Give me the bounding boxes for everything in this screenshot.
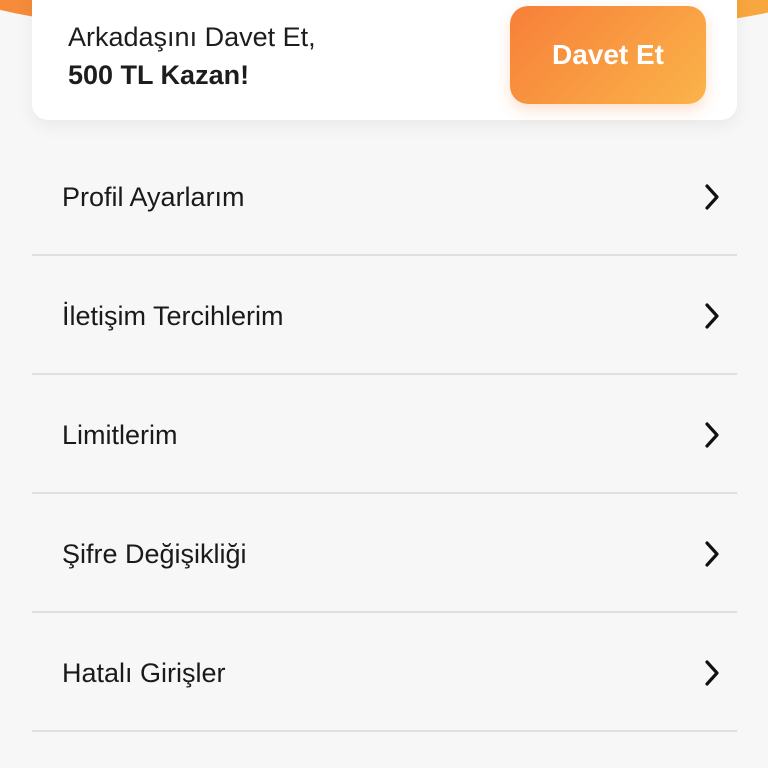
menu-item-label: Hatalı Girişler xyxy=(62,658,226,688)
chevron-right-icon xyxy=(703,183,721,211)
menu-item-communication-preferences[interactable]: İletişim Tercihlerim xyxy=(32,256,737,375)
menu-item-profile-settings[interactable]: Profil Ayarlarım xyxy=(32,137,737,256)
invite-card: Arkadaşını Davet Et, 500 TL Kazan! Davet… xyxy=(32,0,737,120)
invite-text: Arkadaşını Davet Et, 500 TL Kazan! xyxy=(68,18,316,94)
invite-title: Arkadaşını Davet Et, xyxy=(68,22,316,52)
chevron-right-icon xyxy=(703,421,721,449)
chevron-right-icon xyxy=(703,540,721,568)
menu-item-label: İletişim Tercihlerim xyxy=(62,301,284,331)
menu-item-label: Limitlerim xyxy=(62,420,178,450)
invite-button[interactable]: Davet Et xyxy=(510,6,706,104)
settings-menu: Profil Ayarlarım İletişim Tercihlerim Li… xyxy=(32,137,737,732)
menu-item-label: Şifre Değişikliği xyxy=(62,539,247,569)
menu-item-label: Profil Ayarlarım xyxy=(62,182,245,212)
chevron-right-icon xyxy=(703,659,721,687)
invite-reward: 500 TL Kazan! xyxy=(68,60,250,90)
chevron-right-icon xyxy=(703,302,721,330)
menu-item-failed-logins[interactable]: Hatalı Girişler xyxy=(32,613,737,732)
menu-item-limits[interactable]: Limitlerim xyxy=(32,375,737,494)
settings-screen: Arkadaşını Davet Et, 500 TL Kazan! Davet… xyxy=(0,0,768,768)
menu-item-password-change[interactable]: Şifre Değişikliği xyxy=(32,494,737,613)
